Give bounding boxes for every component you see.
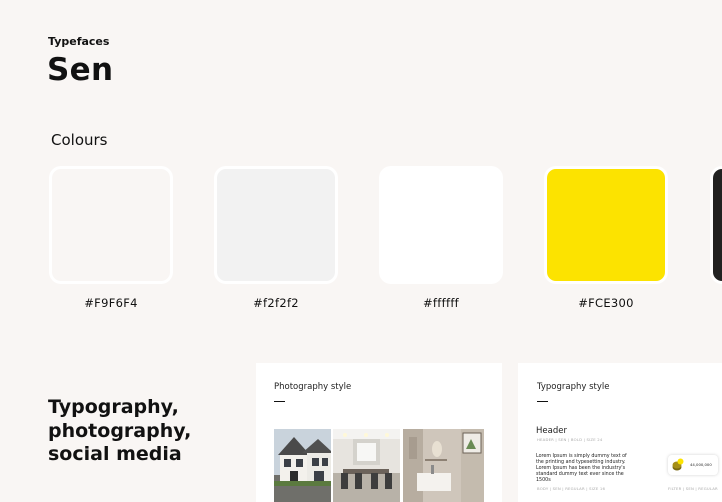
header-sample-text: Header: [536, 426, 567, 436]
photo-dining-interior: [333, 429, 400, 502]
price-value: 44,000,000: [690, 462, 712, 467]
dining-interior-image: [333, 429, 400, 502]
photography-style-title: Photography style: [274, 382, 352, 392]
colour-code-2: #f2f2f2: [253, 296, 299, 310]
typography-title-rule: [537, 401, 548, 402]
typefaces-label: Typefaces: [48, 35, 110, 48]
colour-swatch-2: [214, 166, 338, 284]
colour-swatch-1: [49, 166, 173, 284]
header-spec-label: HEADER | SEN | BOLD | SIZE 24: [537, 437, 603, 442]
section-heading-line-2: photography,: [48, 419, 192, 442]
photography-title-rule: [274, 401, 285, 402]
photo-bathroom-interior: [403, 429, 484, 502]
typography-style-title: Typography style: [537, 382, 610, 392]
colour-swatch-3: [379, 166, 503, 284]
colours-title: Colours: [51, 131, 108, 149]
filter-spec-label: FILTER | SEN | REGULAR: [668, 486, 718, 491]
colour-code-3: #ffffff: [422, 296, 460, 310]
typeface-name: Sen: [47, 52, 114, 88]
colour-code-4: #FCE300: [578, 296, 634, 310]
social-post-preview: 44,000,000: [668, 455, 718, 475]
colour-swatch-5: [710, 166, 722, 284]
section-heading-line-3: social media: [48, 443, 182, 465]
colour-swatch-4: [544, 166, 668, 284]
body-sample-text: Lorem Ipsum is simply dummy text of the …: [536, 454, 627, 483]
colour-code-1: #F9F6F4: [84, 296, 138, 310]
body-spec-label: BODY | SEN | REGULAR | SIZE 16: [537, 486, 606, 491]
section-heading: Typography, photography, social media: [48, 396, 191, 467]
coins-icon: [672, 458, 684, 471]
house-exterior-image: [274, 429, 331, 502]
bathroom-interior-image: [403, 429, 484, 502]
section-heading-line-1: Typography,: [48, 396, 179, 418]
photo-house-exterior: [274, 429, 331, 502]
